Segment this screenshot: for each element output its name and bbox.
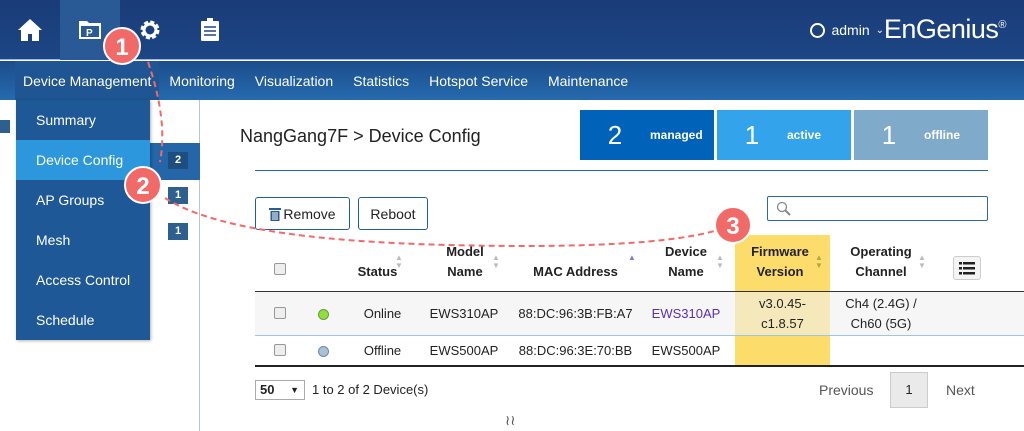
sort-icon[interactable]: ▲ ▼ [492, 254, 500, 270]
user-menu[interactable]: admin ⌄ [810, 22, 884, 38]
page-summary: 1 to 2 of 2 Device(s) [312, 382, 429, 397]
menu-schedule[interactable]: Schedule [16, 300, 150, 340]
select-all-checkbox[interactable] [274, 263, 286, 275]
annotation-marker: 3 [714, 206, 752, 244]
svg-text:P: P [86, 28, 93, 39]
user-icon [810, 22, 826, 38]
column-menu-button[interactable] [953, 256, 981, 280]
list-icon [959, 262, 975, 275]
cell-channel: Ch60 (5G) [850, 316, 912, 331]
previous-button[interactable]: Previous [819, 382, 873, 398]
page-size-select[interactable]: 50 ▼ [255, 380, 305, 400]
cell-status: Offline [363, 343, 402, 358]
reboot-button[interactable]: Reboot [358, 197, 428, 230]
nav-maintenance[interactable]: Maintenance [538, 61, 638, 100]
device-name-link[interactable]: EWS310AP [643, 304, 729, 324]
nav-hotspot-service[interactable]: Hotspot Service [419, 61, 538, 100]
nav-monitoring[interactable]: Monitoring [159, 61, 244, 100]
nav-statistics[interactable]: Statistics [343, 61, 419, 100]
status-dot [318, 346, 329, 357]
clipboard-icon[interactable] [180, 0, 240, 60]
top-bar: P admin ⌄ EnGenius® [0, 0, 1024, 60]
sidebar-marker [0, 120, 10, 133]
count-badge: 1 [168, 223, 188, 240]
cell-status: Online [363, 306, 402, 321]
annotation-marker: 1 [103, 27, 141, 65]
trash-icon [269, 207, 282, 221]
search-icon [776, 201, 791, 216]
nav-visualization[interactable]: Visualization [245, 61, 343, 100]
cell-mac: 88:DC:96:3E:70:BB [518, 343, 633, 358]
count-badge: 2 [168, 152, 188, 169]
divider [255, 170, 988, 171]
sort-icon[interactable]: ▲ ▼ [918, 254, 926, 270]
menu-access-control[interactable]: Access Control [16, 260, 150, 300]
brand-logo: EnGenius® [883, 14, 1007, 44]
cell-firmware: v3.0.45- [759, 296, 806, 311]
cell-device-name: EWS500AP [651, 343, 721, 358]
count-badge: 1 [168, 187, 188, 204]
chevron-down-icon: ⌄ [875, 24, 884, 36]
cell-model: EWS500AP [429, 343, 499, 358]
sort-icon[interactable]: ▲ ▼ [716, 254, 724, 270]
next-button[interactable]: Next [946, 382, 975, 398]
nav-device-management[interactable]: Device Management [15, 61, 160, 100]
sort-asc-icon[interactable]: ▲ [628, 254, 636, 262]
sort-icon[interactable]: ▲ ▼ [395, 254, 403, 270]
status-dot [318, 309, 329, 320]
page-title: NangGang7F > Device Config [240, 126, 481, 146]
stat-active[interactable]: 1 active [717, 110, 851, 160]
cell-firmware: c1.8.57 [761, 316, 804, 331]
remove-button[interactable]: Remove [255, 197, 350, 230]
row-checkbox[interactable] [274, 344, 286, 356]
stat-offline[interactable]: 1 offline [854, 110, 988, 160]
home-icon[interactable] [0, 0, 60, 60]
annotation-marker: 2 [124, 166, 162, 204]
cell-mac: 88:DC:96:3B:FB:A7 [518, 306, 633, 321]
cell-channel: Ch4 (2.4G) / [845, 296, 917, 311]
page-1-button[interactable]: 1 [890, 372, 928, 408]
menu-summary[interactable]: Summary [16, 100, 150, 140]
break-mark: ≀≀ [505, 412, 516, 428]
cell-model: EWS310AP [429, 306, 499, 321]
main-nav: Device Management Monitoring Visualizati… [0, 61, 1024, 100]
device-management-dropdown: Summary Device Config AP Groups Mesh Acc… [16, 100, 150, 340]
stat-managed[interactable]: 2 managed [580, 110, 714, 160]
search-input[interactable] [767, 196, 988, 221]
row-checkbox[interactable] [274, 307, 286, 319]
sort-icon[interactable]: ▲ ▼ [815, 254, 823, 270]
col-operating-channel[interactable]: Operating Channel [830, 242, 932, 282]
col-firmware-version[interactable]: Firmware Version [735, 242, 825, 282]
col-mac-address[interactable]: MAC Address [508, 262, 643, 282]
menu-mesh[interactable]: Mesh [16, 220, 150, 260]
